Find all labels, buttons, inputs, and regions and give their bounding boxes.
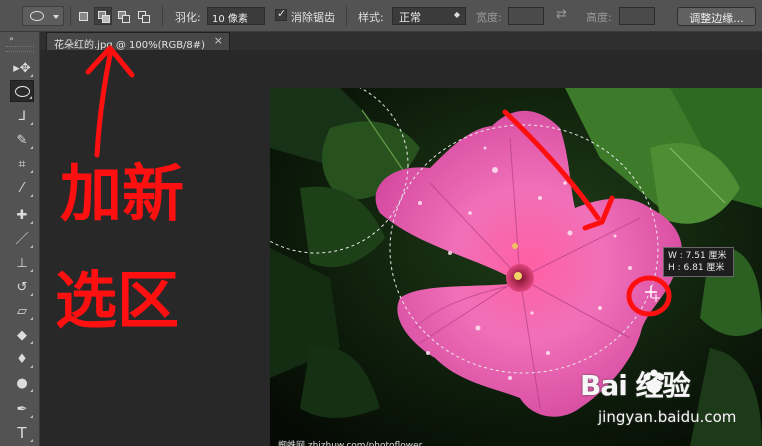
corner-triangle-icon <box>30 194 33 197</box>
corner-triangle-icon <box>30 341 33 344</box>
panel-grip[interactable] <box>6 46 34 52</box>
width-input[interactable] <box>508 7 544 25</box>
style-select[interactable]: 正常 ◆ <box>392 7 466 25</box>
blur-tool-button[interactable]: ♦ <box>10 348 34 370</box>
close-icon[interactable]: × <box>214 34 223 47</box>
brush-icon: ／ <box>15 231 29 247</box>
chevron-updown-icon: ◆ <box>453 10 460 19</box>
quick-selection-icon: ✎ <box>16 132 28 148</box>
checkmark-icon: ✓ <box>277 7 287 20</box>
quick-selection-tool-button[interactable]: ✎ <box>10 129 34 151</box>
height-input[interactable] <box>619 7 655 25</box>
corner-triangle-icon <box>30 221 33 224</box>
corner-triangle-icon <box>30 365 33 368</box>
corner-triangle-icon <box>30 122 33 125</box>
lasso-tool-button[interactable]: ᒧ <box>10 105 34 127</box>
move-icon: ▸✥ <box>13 60 31 76</box>
brush-tool-button[interactable]: ／ <box>10 228 34 250</box>
feather-label: 羽化: <box>175 11 201 24</box>
style-select-value: 正常 <box>399 11 421 24</box>
document-tab-bar: 花朵红的.jpg @ 100%(RGB/8#) × <box>40 32 762 51</box>
baidu-logo-text: Bai 经验 <box>580 369 691 402</box>
history-brush-icon: ↺ <box>16 279 28 295</box>
collapse-panel-icon[interactable]: » <box>9 34 14 43</box>
corner-triangle-icon <box>30 415 33 418</box>
blur-drop-icon: ♦ <box>16 351 28 367</box>
width-label: 宽度: <box>476 11 502 24</box>
selection-width-readout: W : 7.51 厘米 <box>668 251 727 261</box>
baidu-jingyan-watermark: Bai 经验 jingyan.baidu.com <box>580 364 760 434</box>
chevron-down-icon <box>53 15 59 19</box>
options-bar: 羽化: 10 像素 ✓ 消除锯齿 样式: 正常 ◆ 宽度: ⇄ 高度: 调整边缘… <box>0 0 762 32</box>
corner-triangle-icon <box>30 317 33 320</box>
dodge-icon: ● <box>16 375 28 391</box>
eyedropper-icon: ⁄ <box>20 180 24 196</box>
refine-edge-button[interactable]: 调整边缘... <box>677 7 756 26</box>
tools-panel: » ▸✥ ᒧ ✎ ⌗ ⁄ ✚ ／ ⊥ ↺ ▱ ◆ ♦ ● ✒ T <box>0 32 40 446</box>
lasso-icon: ᒧ <box>18 108 26 124</box>
ellipse-marquee-icon <box>30 11 44 21</box>
separator <box>346 6 347 26</box>
elliptical-marquee-tool-button[interactable] <box>10 80 34 102</box>
crop-tool-button[interactable]: ⌗ <box>10 153 34 175</box>
selection-size-readout: W : 7.51 厘米 H : 6.81 厘米 <box>663 247 734 277</box>
new-selection-mode-button[interactable] <box>74 7 92 25</box>
subtract-from-selection-mode-button[interactable] <box>114 7 132 25</box>
corner-triangle-icon <box>29 96 32 99</box>
subtract-selection-icon-overlay <box>122 15 130 23</box>
antialias-checkbox[interactable]: ✓ <box>275 7 287 21</box>
crop-icon: ⌗ <box>18 156 26 172</box>
photo-source-watermark: 蜘蛛网 zhizhuw.com/photoflower <box>278 441 423 446</box>
selection-height-readout: H : 6.81 厘米 <box>668 263 725 273</box>
pen-icon: ✒ <box>16 401 28 417</box>
paint-bucket-icon: ◆ <box>17 327 27 343</box>
intersect-selection-icon-overlay <box>142 15 150 23</box>
tool-preset-picker[interactable] <box>22 6 64 26</box>
pen-tool-button[interactable]: ✒ <box>10 398 34 420</box>
separator <box>70 6 71 26</box>
add-to-selection-mode-button[interactable] <box>94 7 112 25</box>
eraser-icon: ▱ <box>17 303 27 319</box>
stamp-icon: ⊥ <box>16 255 28 271</box>
intersect-selection-mode-button[interactable] <box>134 7 152 25</box>
baidu-site-text: jingyan.baidu.com <box>598 408 737 426</box>
new-selection-icon <box>79 12 88 21</box>
add-selection-icon-overlay <box>102 15 110 23</box>
style-label: 样式: <box>358 11 384 24</box>
canvas-workspace[interactable]: W : 7.51 厘米 H : 6.81 厘米 蜘蛛网 zhizhuw.com/… <box>40 50 762 446</box>
height-label: 高度: <box>586 11 612 24</box>
bandage-icon: ✚ <box>16 207 28 223</box>
swap-width-height-icon[interactable]: ⇄ <box>556 7 567 22</box>
corner-triangle-icon <box>30 293 33 296</box>
corner-triangle-icon <box>30 245 33 248</box>
corner-triangle-icon <box>30 269 33 272</box>
type-tool-button[interactable]: T <box>10 422 34 444</box>
corner-triangle-icon <box>30 146 33 149</box>
paw-icon <box>643 369 665 393</box>
corner-triangle-icon <box>30 389 33 392</box>
clone-stamp-tool-button[interactable]: ⊥ <box>10 252 34 274</box>
corner-triangle-icon <box>30 170 33 173</box>
eraser-tool-button[interactable]: ▱ <box>10 300 34 322</box>
ellipse-marquee-icon <box>14 85 30 97</box>
move-tool-button[interactable]: ▸✥ <box>10 57 34 79</box>
separator <box>162 6 163 26</box>
history-brush-tool-button[interactable]: ↺ <box>10 276 34 298</box>
type-icon: T <box>17 423 27 442</box>
dodge-tool-button[interactable]: ● <box>10 372 34 394</box>
corner-triangle-icon <box>30 74 33 77</box>
feather-input[interactable]: 10 像素 <box>207 7 265 25</box>
corner-triangle-icon <box>30 439 33 442</box>
eyedropper-tool-button[interactable]: ⁄ <box>10 177 34 199</box>
antialias-label: 消除锯齿 <box>291 11 335 24</box>
document-tab[interactable]: 花朵红的.jpg @ 100%(RGB/8#) × <box>46 32 230 51</box>
paint-bucket-tool-button[interactable]: ◆ <box>10 324 34 346</box>
healing-brush-tool-button[interactable]: ✚ <box>10 204 34 226</box>
